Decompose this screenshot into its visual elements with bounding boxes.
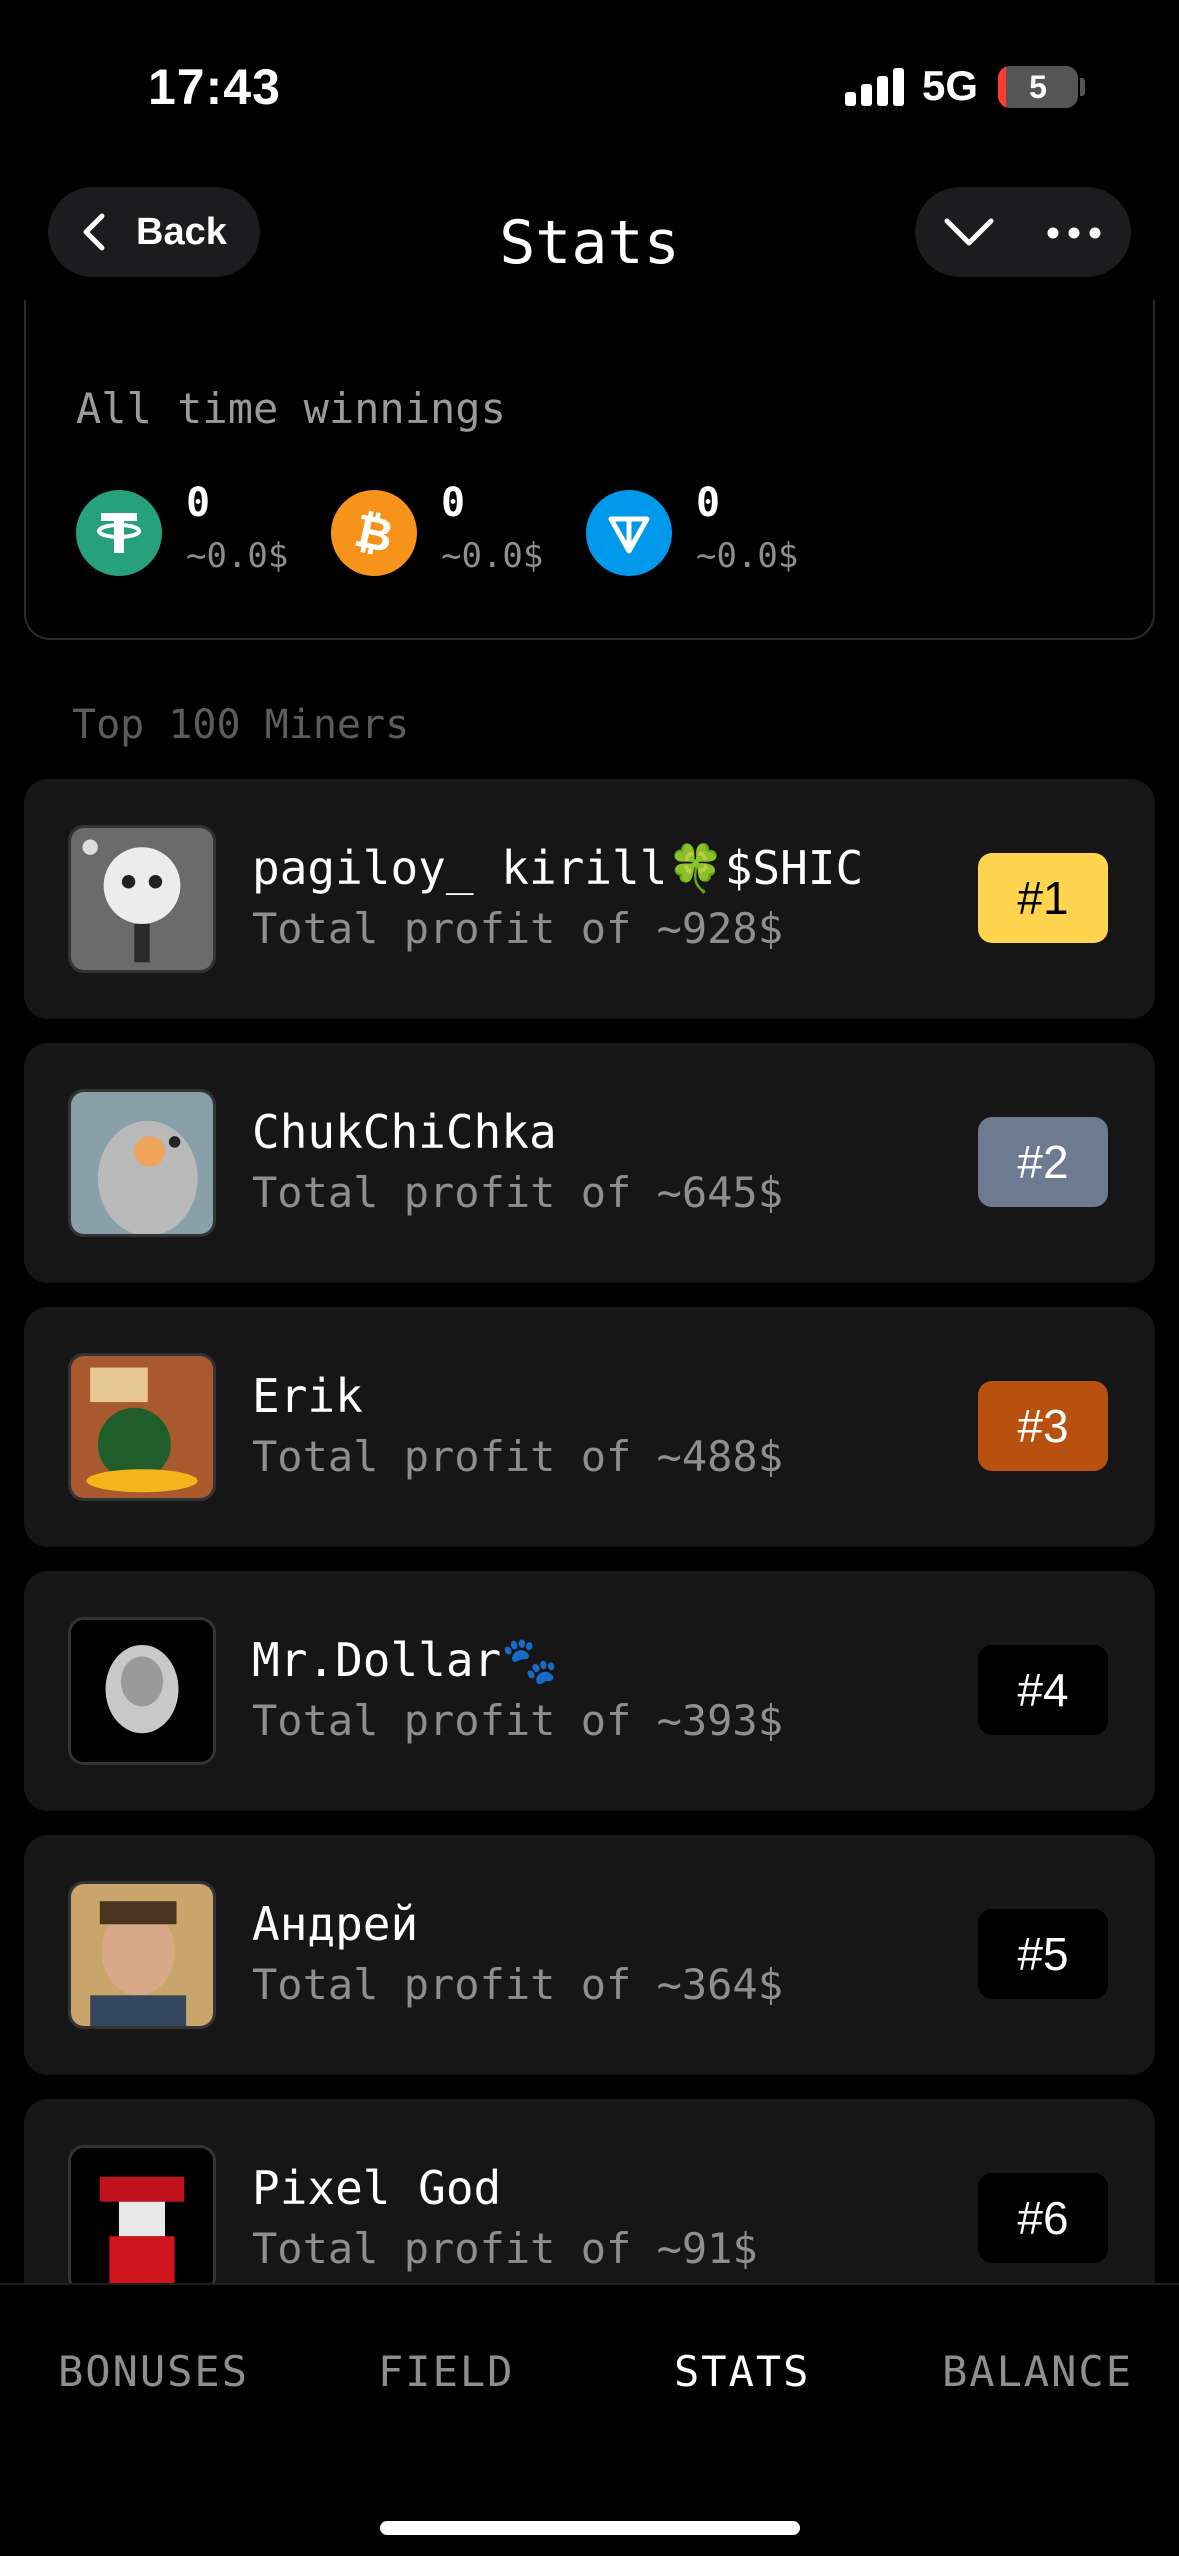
status-time: 17:43 [148,59,281,115]
miner-name: Pixel God [252,2161,502,2215]
chevron-down-icon[interactable] [941,205,997,259]
tab-stats[interactable]: STATS [674,2347,810,2396]
miner-name: pagiloy_ kirill🍀$SHIC [252,841,864,895]
miner-name: Mr.Dollar🐾 [252,1633,559,1687]
ton-icon [586,490,672,576]
miner-profit: Total profit of ~393$ [252,1696,784,1745]
signal-icon [845,66,905,106]
svg-text:₿: ₿ [350,505,398,561]
miner-row[interactable]: Mr.Dollar🐾 Total profit of ~393$ #4 [24,1571,1155,1811]
miner-profit: Total profit of ~488$ [252,1432,784,1481]
miner-row[interactable]: pagiloy_ kirill🍀$SHIC Total profit of ~9… [24,779,1155,1019]
rank-badge: #1 [978,853,1108,943]
miner-row[interactable]: Андрей Total profit of ~364$ #5 [24,1835,1155,2075]
coin-usd: ~0.0$ [696,536,799,576]
miner-row[interactable]: ChukChiChka Total profit of ~645$ #2 [24,1043,1155,1283]
winnings-card: All time winnings 0 ~0.0$ ₿ 0 ~0.0$ 0 ~0… [24,300,1155,640]
miner-row[interactable]: Erik Total profit of ~488$ #3 [24,1307,1155,1547]
coin-ton: 0 ~0.0$ [586,480,799,576]
coin-usd: ~0.0$ [186,536,289,576]
avatar [68,2145,216,2293]
avatar [68,1353,216,1501]
avatar [68,1617,216,1765]
rank-badge: #5 [978,1909,1108,1999]
winnings-title: All time winnings [76,384,506,433]
coin-amount: 0 [696,480,721,526]
rank-badge: #4 [978,1645,1108,1735]
coin-btc: ₿ 0 ~0.0$ [331,480,544,576]
avatar [68,1881,216,2029]
rank-badge: #3 [978,1381,1108,1471]
avatar [68,825,216,973]
section-title: Top 100 Miners [72,702,410,748]
miner-profit: Total profit of ~645$ [252,1168,784,1217]
rank-badge: #6 [978,2173,1108,2263]
menu-pill [915,187,1131,277]
rank-badge: #2 [978,1117,1108,1207]
tab-bonuses[interactable]: BONUSES [58,2347,249,2396]
battery-icon: 5 [998,66,1078,108]
coin-usd: ~0.0$ [441,536,544,576]
miner-profit: Total profit of ~928$ [252,904,784,953]
bitcoin-icon: ₿ [331,490,417,576]
miner-name: ChukChiChka [252,1105,557,1159]
home-indicator [380,2521,800,2535]
tether-icon [76,490,162,576]
coin-amount: 0 [186,480,211,526]
miner-name: Erik [252,1369,363,1423]
bottom-nav: BONUSES FIELD STATS BALANCE [0,2283,1179,2556]
miner-name: Андрей [252,1897,419,1951]
network-label: 5G [922,62,979,109]
tab-balance[interactable]: BALANCE [942,2347,1133,2396]
coin-usdt: 0 ~0.0$ [76,480,289,576]
battery-tip [1080,78,1085,96]
more-icon[interactable] [1047,227,1101,239]
coin-amount: 0 [441,480,466,526]
miner-profit: Total profit of ~91$ [252,2224,758,2273]
avatar [68,1089,216,1237]
battery-level: 5 [1029,69,1047,105]
tab-field[interactable]: FIELD [378,2347,514,2396]
miner-profit: Total profit of ~364$ [252,1960,784,2009]
